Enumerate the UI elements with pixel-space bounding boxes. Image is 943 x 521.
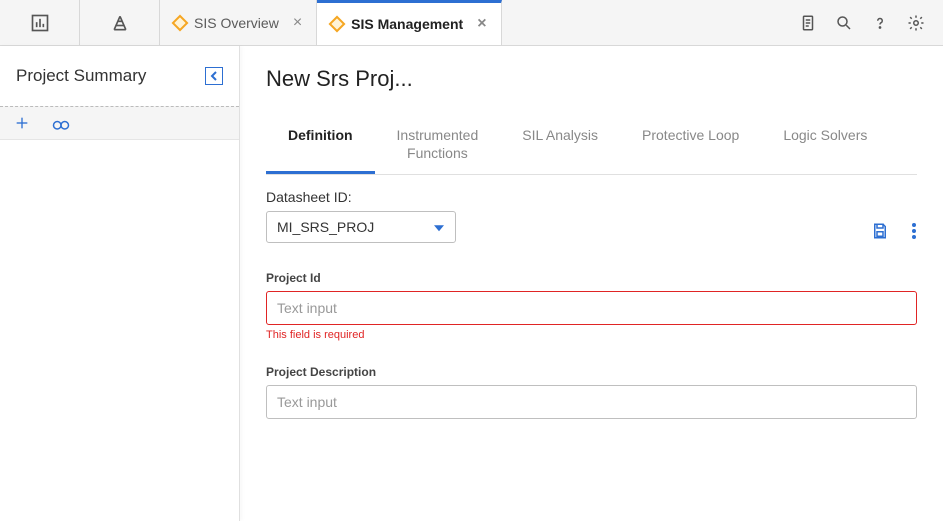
datasheet-row: Datasheet ID: MI_SRS_PROJ [266, 189, 917, 243]
subtab-instrumented-functions[interactable]: Instrumented Functions [375, 116, 501, 174]
more-menu-icon[interactable] [911, 222, 917, 243]
binoculars-button[interactable] [52, 115, 70, 131]
gear-icon[interactable] [907, 14, 925, 32]
project-description-label: Project Description [266, 365, 917, 379]
project-id-error: This field is required [266, 329, 917, 341]
subtab-logic-solvers[interactable]: Logic Solvers [761, 116, 889, 174]
datasheet-actions [871, 222, 917, 243]
project-id-input[interactable] [266, 291, 917, 325]
sidebar-title: Project Summary [16, 66, 146, 86]
diamond-icon [329, 16, 346, 33]
tab-label: SIS Overview [194, 15, 279, 31]
tab-close-icon[interactable]: × [293, 15, 302, 31]
tab-close-icon[interactable]: × [477, 16, 486, 32]
pyramid-icon [110, 13, 130, 33]
sidebar-header: Project Summary [0, 46, 239, 106]
search-icon[interactable] [835, 14, 853, 32]
tab-sis-overview[interactable]: SIS Overview × [160, 0, 317, 45]
subtab-definition[interactable]: Definition [266, 116, 375, 174]
save-icon[interactable] [871, 222, 889, 243]
project-description-field: Project Description [266, 365, 917, 419]
plus-icon [14, 115, 30, 131]
topbar: SIS Overview × SIS Management × [0, 0, 943, 46]
project-description-input[interactable] [266, 385, 917, 419]
content: New Srs Proj... Definition Instrumented … [240, 46, 943, 521]
page-title: New Srs Proj... [266, 66, 917, 92]
bar-chart-icon [30, 13, 50, 33]
subtabs: Definition Instrumented Functions SIL An… [266, 116, 917, 175]
sidebar-collapse-button[interactable] [205, 67, 223, 85]
tab-strip: SIS Overview × SIS Management × [160, 0, 781, 45]
project-id-label: Project Id [266, 271, 917, 285]
datasheet-id-select[interactable]: MI_SRS_PROJ [266, 211, 456, 243]
sidebar: Project Summary [0, 46, 240, 521]
subtab-sil-analysis[interactable]: SIL Analysis [500, 116, 620, 174]
help-icon[interactable] [871, 14, 889, 32]
tab-sis-management[interactable]: SIS Management × [317, 0, 501, 45]
tab-label: SIS Management [351, 16, 463, 32]
sidebar-toolbar [0, 106, 239, 140]
chart-icon-button[interactable] [0, 0, 80, 45]
layers-icon-button[interactable] [80, 0, 160, 45]
diamond-icon [172, 14, 189, 31]
datasheet-id-label: Datasheet ID: [266, 189, 456, 205]
binoculars-icon [52, 115, 70, 131]
project-id-field: Project Id This field is required [266, 271, 917, 341]
chevron-left-icon [210, 71, 218, 81]
topbar-actions [781, 0, 943, 45]
add-button[interactable] [14, 115, 30, 131]
clipboard-icon[interactable] [799, 14, 817, 32]
datasheet-id-select-wrap: MI_SRS_PROJ [266, 211, 456, 243]
subtab-protective-loop[interactable]: Protective Loop [620, 116, 761, 174]
main-layout: Project Summary New Srs Proj... [0, 46, 943, 521]
